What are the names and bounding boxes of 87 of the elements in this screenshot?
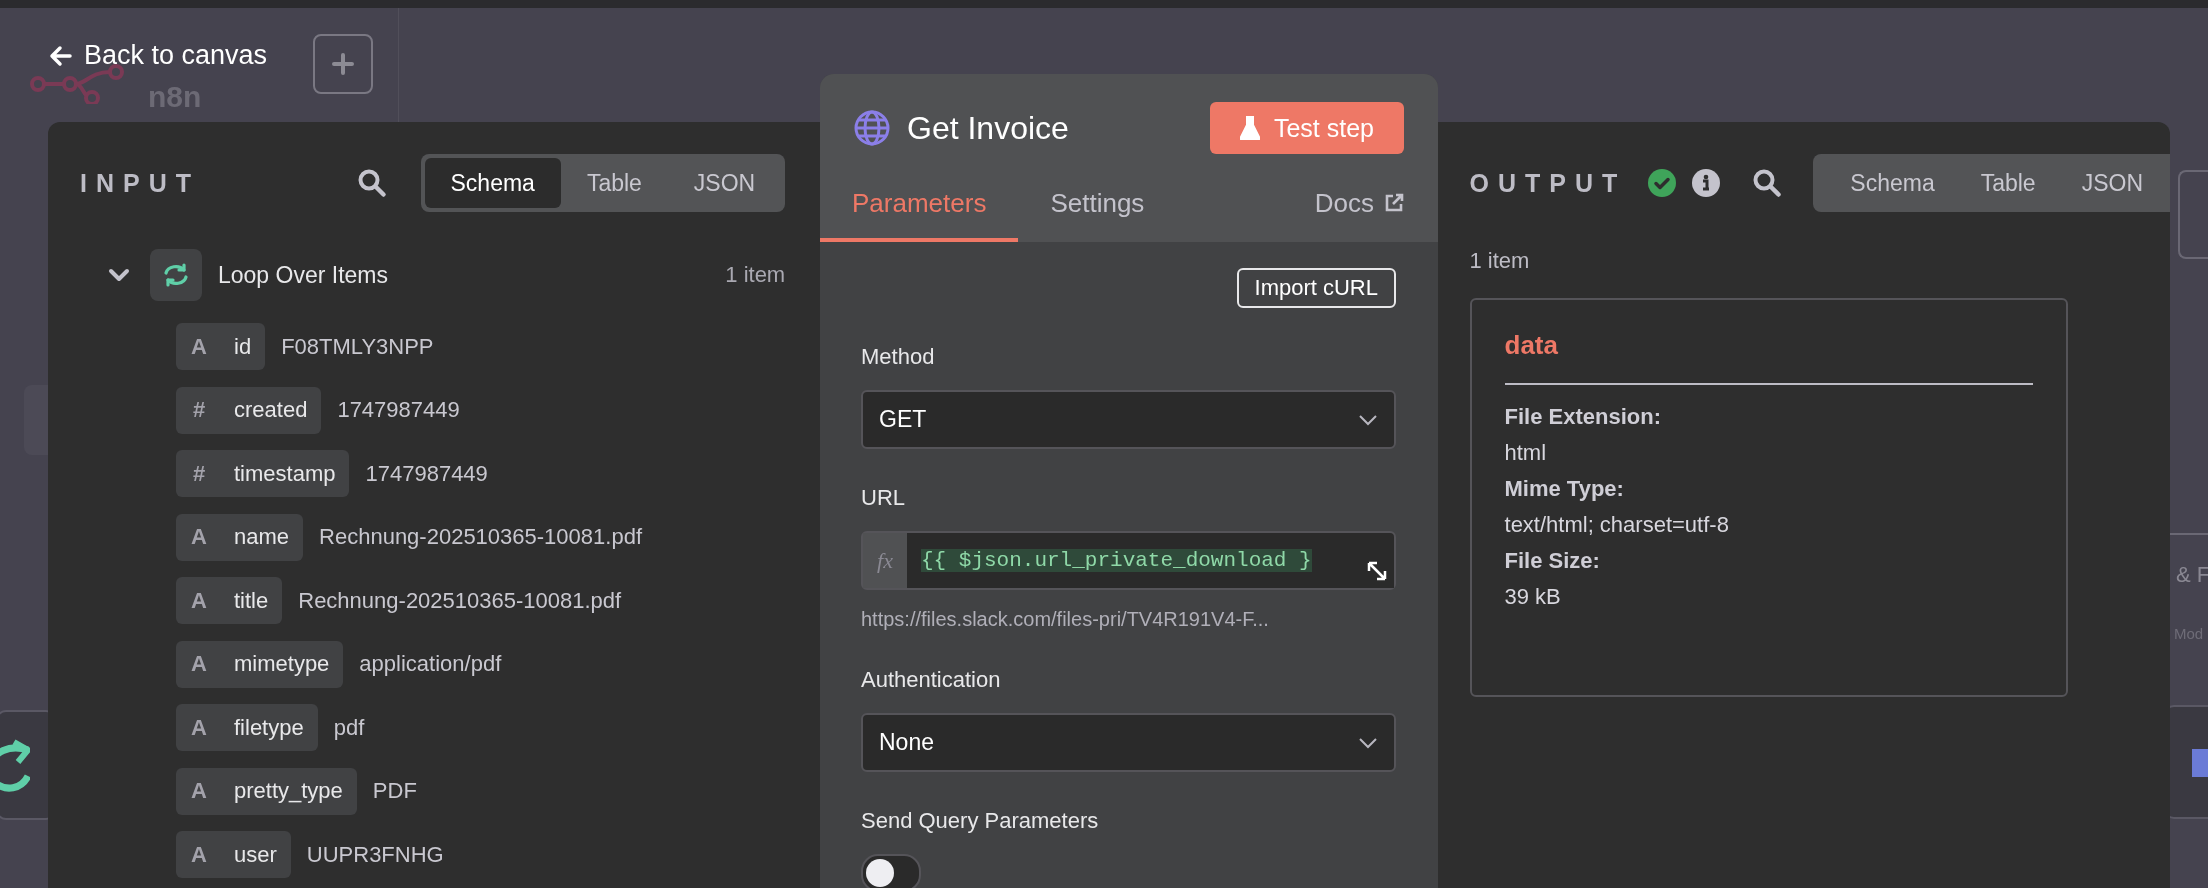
type-mark: A: [190, 841, 208, 868]
select-field[interactable]: GET: [861, 390, 1396, 449]
view-tab[interactable]: Schema: [424, 158, 561, 208]
field-key-pill[interactable]: A title: [176, 577, 283, 624]
field-value: Rechnung-202510365-10081.pdf: [319, 524, 642, 550]
parameter-label: Method: [861, 344, 936, 370]
field-value: pdf: [333, 714, 365, 741]
field-key-pill[interactable]: A id: [176, 323, 266, 370]
property-value: 39 kB: [1504, 583, 1562, 611]
field-key-pill[interactable]: A name: [176, 513, 304, 561]
view-tab[interactable]: Table: [560, 158, 668, 208]
field-key: created: [234, 397, 308, 423]
field-key: pretty_type: [234, 778, 343, 804]
parameter-label: URL: [861, 485, 906, 511]
type-mark: #: [191, 460, 207, 487]
field-key: user: [234, 841, 277, 868]
caret-icon: [1358, 413, 1378, 426]
input-title: INPUT: [80, 168, 201, 198]
back-to-canvas-link[interactable]: Back to canvas: [48, 40, 268, 71]
toggle-switch[interactable]: [861, 854, 921, 888]
view-tab[interactable]: Table: [1957, 158, 2059, 208]
globe-icon: [853, 109, 891, 147]
field-value: PDF: [372, 778, 417, 804]
property-label: Mime Type:: [1504, 475, 1625, 503]
info-icon[interactable]: [1692, 169, 1721, 197]
type-mark: #: [191, 397, 207, 423]
property-value: text/html; charset=utf-8: [1504, 511, 1730, 539]
node-name: Loop Over Items: [218, 261, 390, 289]
expression-field[interactable]: fx {{ $json.url_private_download }: [861, 531, 1396, 590]
fx-mark: fx: [863, 533, 907, 588]
field-value: UUPR3FNHG: [306, 841, 444, 868]
canvas-node: [24, 385, 50, 455]
field-key-pill[interactable]: A pretty_type: [176, 767, 357, 815]
success-check-icon: [1648, 169, 1677, 197]
property-label: File Size:: [1504, 547, 1601, 575]
view-tab[interactable]: Schema: [1827, 158, 1958, 208]
item-count: 1 item: [1469, 248, 1531, 274]
search-icon[interactable]: [356, 168, 387, 198]
loop-icon: [162, 262, 190, 288]
type-mark: A: [190, 651, 208, 677]
type-mark: A: [190, 714, 208, 741]
search-icon[interactable]: [1752, 168, 1783, 198]
item-count: 1 item: [725, 262, 786, 288]
loop-icon: [0, 736, 30, 794]
field-value: F08TMLY3NPP: [281, 333, 434, 360]
field-key: name: [234, 524, 290, 550]
type-mark: A: [190, 778, 208, 804]
field-key: mimetype: [234, 651, 330, 677]
expression-result: https://files.slack.com/files-pri/TV4R191V4-F...: [861, 608, 1270, 631]
property-label: File Extension:: [1504, 403, 1662, 431]
field-key: filetype: [234, 714, 304, 741]
type-mark: A: [190, 524, 208, 550]
arrow-left-icon: [48, 44, 72, 67]
field-key-pill[interactable]: A user: [176, 831, 291, 878]
field-value: Rechnung-202510365-10081.pdf: [298, 587, 622, 614]
chevron-down-icon[interactable]: [108, 268, 130, 282]
parameter-label: Authentication: [861, 667, 1002, 693]
flask-icon: [1239, 116, 1260, 140]
external-link-icon: [1384, 193, 1404, 213]
field-key-pill[interactable]: # timestamp: [176, 450, 350, 497]
field-key-pill[interactable]: # created: [176, 386, 322, 434]
type-mark: A: [190, 333, 208, 360]
node-title: Get Invoice: [907, 109, 1070, 147]
field-key: title: [234, 587, 269, 614]
type-mark: A: [190, 587, 208, 614]
card-title: data: [1504, 330, 1559, 361]
plus-icon: [332, 53, 354, 75]
output-title: OUTPUT: [1469, 168, 1627, 198]
add-node-button[interactable]: [313, 34, 373, 94]
import-curl-button[interactable]: Import cURL: [1236, 268, 1396, 308]
field-value: application/pdf: [359, 651, 502, 677]
field-key-pill[interactable]: A filetype: [176, 704, 318, 751]
caret-icon: [1358, 736, 1378, 749]
parameter-label: Send Query Parameters: [861, 808, 1100, 834]
expression-code: {{ $json.url_private_download }: [921, 549, 1312, 572]
panel-tab[interactable]: Settings: [1018, 168, 1177, 242]
field-value: 1747987449: [337, 397, 460, 423]
property-value: html: [1504, 439, 1548, 467]
logo-icon: [30, 64, 126, 104]
view-tab[interactable]: JSON: [2058, 158, 2166, 208]
field-key: id: [234, 333, 252, 360]
field-key: timestamp: [234, 460, 336, 487]
docs-link[interactable]: Docs: [1314, 168, 1404, 242]
field-value: 1747987449: [365, 460, 488, 487]
field-key-pill[interactable]: A mimetype: [176, 640, 344, 688]
view-tab[interactable]: JSON: [667, 158, 782, 208]
select-field[interactable]: None: [861, 713, 1396, 772]
